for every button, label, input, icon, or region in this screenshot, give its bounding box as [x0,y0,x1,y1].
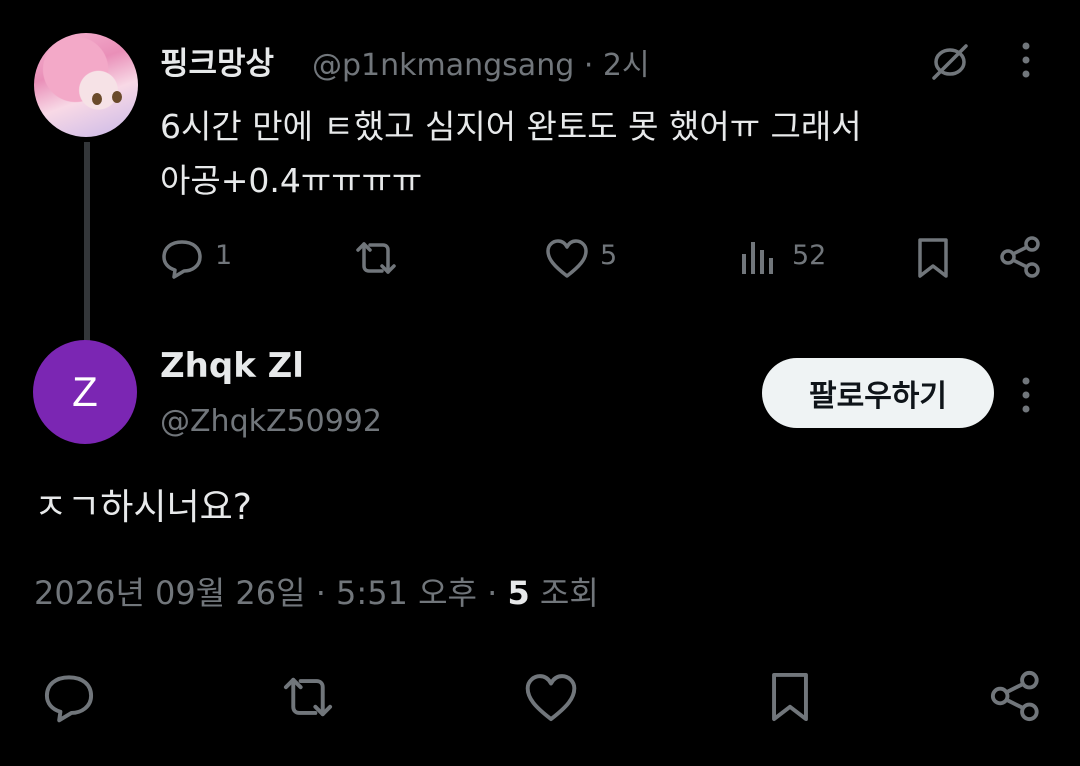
bookmark-icon[interactable] [914,236,952,280]
parent-separator: · [583,48,594,83]
retweet-icon[interactable] [352,236,400,280]
share-icon[interactable] [988,668,1044,724]
reply-text: ㅈㄱ하시너요? [34,487,252,528]
like-count: 5 [600,240,618,271]
view-count: 52 [792,240,827,271]
thread-line [84,142,90,342]
reply-display-name[interactable]: Zhqk Zl [160,346,304,386]
parent-text-line2: 아공+0.4ㅠㅠㅠㅠ [160,161,423,200]
reply-count: 1 [215,240,233,271]
reply-icon[interactable] [160,236,204,280]
reply-views-number: 5 [507,574,530,612]
parent-time[interactable]: 2시 [603,48,650,83]
reply-timestamp: 2026년 09월 26일 · 5:51 오후 · 5 조회 [34,568,599,614]
reply-avatar[interactable]: Z [33,340,137,444]
parent-text-line1: 6시간 만에 ㅌ했고 심지어 완토도 못 했어ㅠ 그래서 [160,107,862,146]
parent-handle[interactable]: @p1nkmangsang [312,48,574,83]
more-icon[interactable] [1018,377,1034,413]
grok-icon[interactable] [928,40,972,84]
like-icon[interactable] [522,670,580,724]
views-icon[interactable] [740,238,776,276]
bookmark-icon[interactable] [766,670,814,724]
retweet-icon[interactable] [278,670,338,724]
parent-avatar[interactable] [34,33,138,137]
more-icon[interactable] [1018,42,1034,78]
parent-meta: @p1nkmangsang · 2시 [312,40,650,84]
reply-views-label: 조회 [539,574,599,612]
reply-date[interactable]: 2026년 09월 26일 · 5:51 오후 · [34,574,497,612]
like-icon[interactable] [544,236,590,280]
share-icon[interactable] [998,234,1044,280]
parent-display-name[interactable]: 핑크망상 [160,38,274,83]
follow-button[interactable]: 팔로우하기 [762,358,994,428]
reply-handle[interactable]: @ZhqkZ50992 [160,404,382,439]
reply-icon[interactable] [42,670,96,724]
parent-text: 6시간 만에 ㅌ했고 심지어 완토도 못 했어ㅠ 그래서 아공+0.4ㅠㅠㅠㅠ [160,100,980,208]
